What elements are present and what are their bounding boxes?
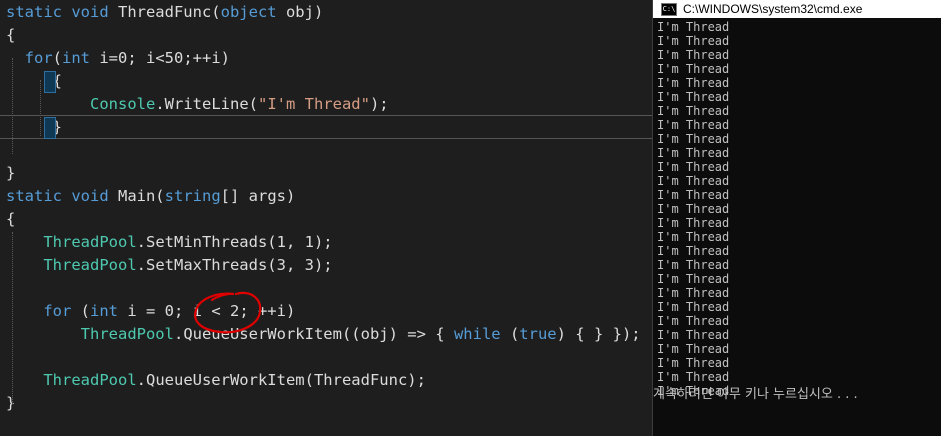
code-token: static void bbox=[6, 3, 118, 21]
code-line[interactable]: ThreadPool.SetMaxThreads(3, 3); bbox=[6, 254, 333, 277]
console-output-line: I'm Thread bbox=[657, 174, 730, 188]
code-token: i=0; i<50;++i) bbox=[90, 49, 230, 67]
console-output-line: I'm Thread bbox=[657, 314, 730, 328]
indent-guide bbox=[12, 58, 13, 154]
cmd-icon: C:\ bbox=[661, 2, 677, 16]
code-token: for bbox=[24, 49, 53, 67]
console-output-line: I'm Thread bbox=[657, 356, 730, 370]
code-token: .QueueUserWorkItem(ThreadFunc); bbox=[136, 371, 426, 389]
code-line[interactable]: static void Main(string[] args) bbox=[6, 185, 295, 208]
current-line-border bbox=[0, 138, 652, 139]
console-output-line: I'm Thread bbox=[657, 90, 730, 104]
console-title: C:\WINDOWS\system32\cmd.exe bbox=[683, 2, 863, 16]
code-line[interactable]: Console.WriteLine("I'm Thread"); bbox=[6, 93, 389, 116]
code-token: ThreadPool bbox=[43, 371, 137, 389]
console-titlebar[interactable]: C:\ C:\WINDOWS\system32\cmd.exe bbox=[653, 0, 941, 18]
code-token: int bbox=[62, 49, 91, 67]
brace-match-highlight bbox=[44, 117, 56, 139]
code-token: ThreadPool bbox=[80, 325, 174, 343]
code-token: "I'm Thread" bbox=[257, 95, 370, 113]
console-output-line: I'm Thread bbox=[657, 272, 730, 286]
code-line[interactable]: } bbox=[6, 162, 15, 185]
console-output-line: I'm Thread bbox=[657, 328, 730, 342]
code-token: ( bbox=[52, 49, 63, 67]
console-output-line: I'm Thread bbox=[657, 258, 730, 272]
console-output-line: I'm Thread bbox=[657, 188, 730, 202]
console-output-line: I'm Thread bbox=[657, 160, 730, 174]
code-token: .SetMaxThreads(3, 3); bbox=[136, 256, 333, 274]
code-token: .SetMinThreads(1, 1); bbox=[136, 233, 333, 251]
current-line-border bbox=[0, 115, 652, 116]
code-line[interactable]: { bbox=[6, 208, 15, 231]
console-output-line: I'm Thread bbox=[657, 48, 730, 62]
code-line[interactable]: static void ThreadFunc(object obj) bbox=[6, 1, 323, 24]
code-token: while bbox=[453, 325, 501, 343]
code-token: true bbox=[519, 325, 557, 343]
console-output-line: I'm Thread bbox=[657, 62, 730, 76]
code-token: object bbox=[220, 3, 277, 21]
brace-match-highlight bbox=[44, 71, 56, 93]
code-token: ThreadFunc( bbox=[117, 3, 221, 21]
code-line[interactable]: ThreadPool.QueueUserWorkItem(ThreadFunc)… bbox=[6, 369, 426, 392]
console-output-line: I'm Thread bbox=[657, 104, 730, 118]
code-token: int bbox=[90, 302, 118, 320]
console-window[interactable]: C:\ C:\WINDOWS\system32\cmd.exe I'm Thre… bbox=[652, 0, 941, 436]
code-line[interactable]: } bbox=[6, 392, 15, 415]
press-any-key-prompt: 계속하려면 아무 키나 누르십시오 . . . bbox=[653, 387, 858, 402]
code-line[interactable]: { bbox=[6, 24, 15, 47]
code-token: } bbox=[6, 164, 16, 182]
console-output-line: I'm Thread bbox=[657, 146, 730, 160]
console-output-line: I'm Thread bbox=[657, 202, 730, 216]
code-line[interactable]: ThreadPool.QueueUserWorkItem((obj) => { … bbox=[6, 323, 641, 346]
console-output-line: I'm Thread bbox=[657, 286, 730, 300]
code-line[interactable]: ThreadPool.SetMinThreads(1, 1); bbox=[6, 231, 333, 254]
console-output-line: I'm Thread bbox=[657, 76, 730, 90]
console-output-line: I'm Thread bbox=[657, 230, 730, 244]
console-output-line: I'm Thread bbox=[657, 300, 730, 314]
code-editor[interactable]: static void ThreadFunc(object obj){ for(… bbox=[0, 0, 652, 436]
code-token: [] args) bbox=[220, 187, 296, 205]
code-token: { bbox=[6, 26, 16, 44]
code-token: string bbox=[164, 187, 221, 205]
console-output-line: I'm Thread bbox=[657, 244, 730, 258]
code-token: for bbox=[43, 302, 72, 320]
code-token: static void bbox=[6, 187, 118, 205]
code-token: ThreadPool bbox=[43, 256, 137, 274]
console-output-line: I'm Thread bbox=[657, 342, 730, 356]
code-token: ( bbox=[71, 302, 90, 320]
code-token: ( bbox=[500, 325, 520, 343]
code-token: ThreadPool bbox=[43, 233, 137, 251]
console-output-line: I'm Thread bbox=[657, 34, 730, 48]
code-token: ) { } }); bbox=[556, 325, 641, 343]
code-token: Main( bbox=[117, 187, 165, 205]
red-circle-annotation bbox=[194, 291, 262, 334]
console-output-line: I'm Thread bbox=[657, 118, 730, 132]
indent-guide bbox=[12, 232, 13, 404]
code-token: ); bbox=[369, 95, 389, 113]
code-token: } bbox=[6, 394, 16, 412]
code-token: Console bbox=[90, 95, 156, 113]
console-output-line: I'm Thread bbox=[657, 216, 730, 230]
code-token: .WriteLine( bbox=[155, 95, 258, 113]
code-line[interactable]: for(int i=0; i<50;++i) bbox=[6, 47, 230, 70]
console-output-line: I'm Thread bbox=[657, 370, 730, 384]
console-output-line: I'm Thread bbox=[657, 132, 730, 146]
code-token: obj) bbox=[276, 3, 324, 21]
console-output-line: I'm Thread bbox=[657, 20, 730, 34]
code-token: { bbox=[6, 210, 16, 228]
indent-guide bbox=[40, 80, 41, 136]
